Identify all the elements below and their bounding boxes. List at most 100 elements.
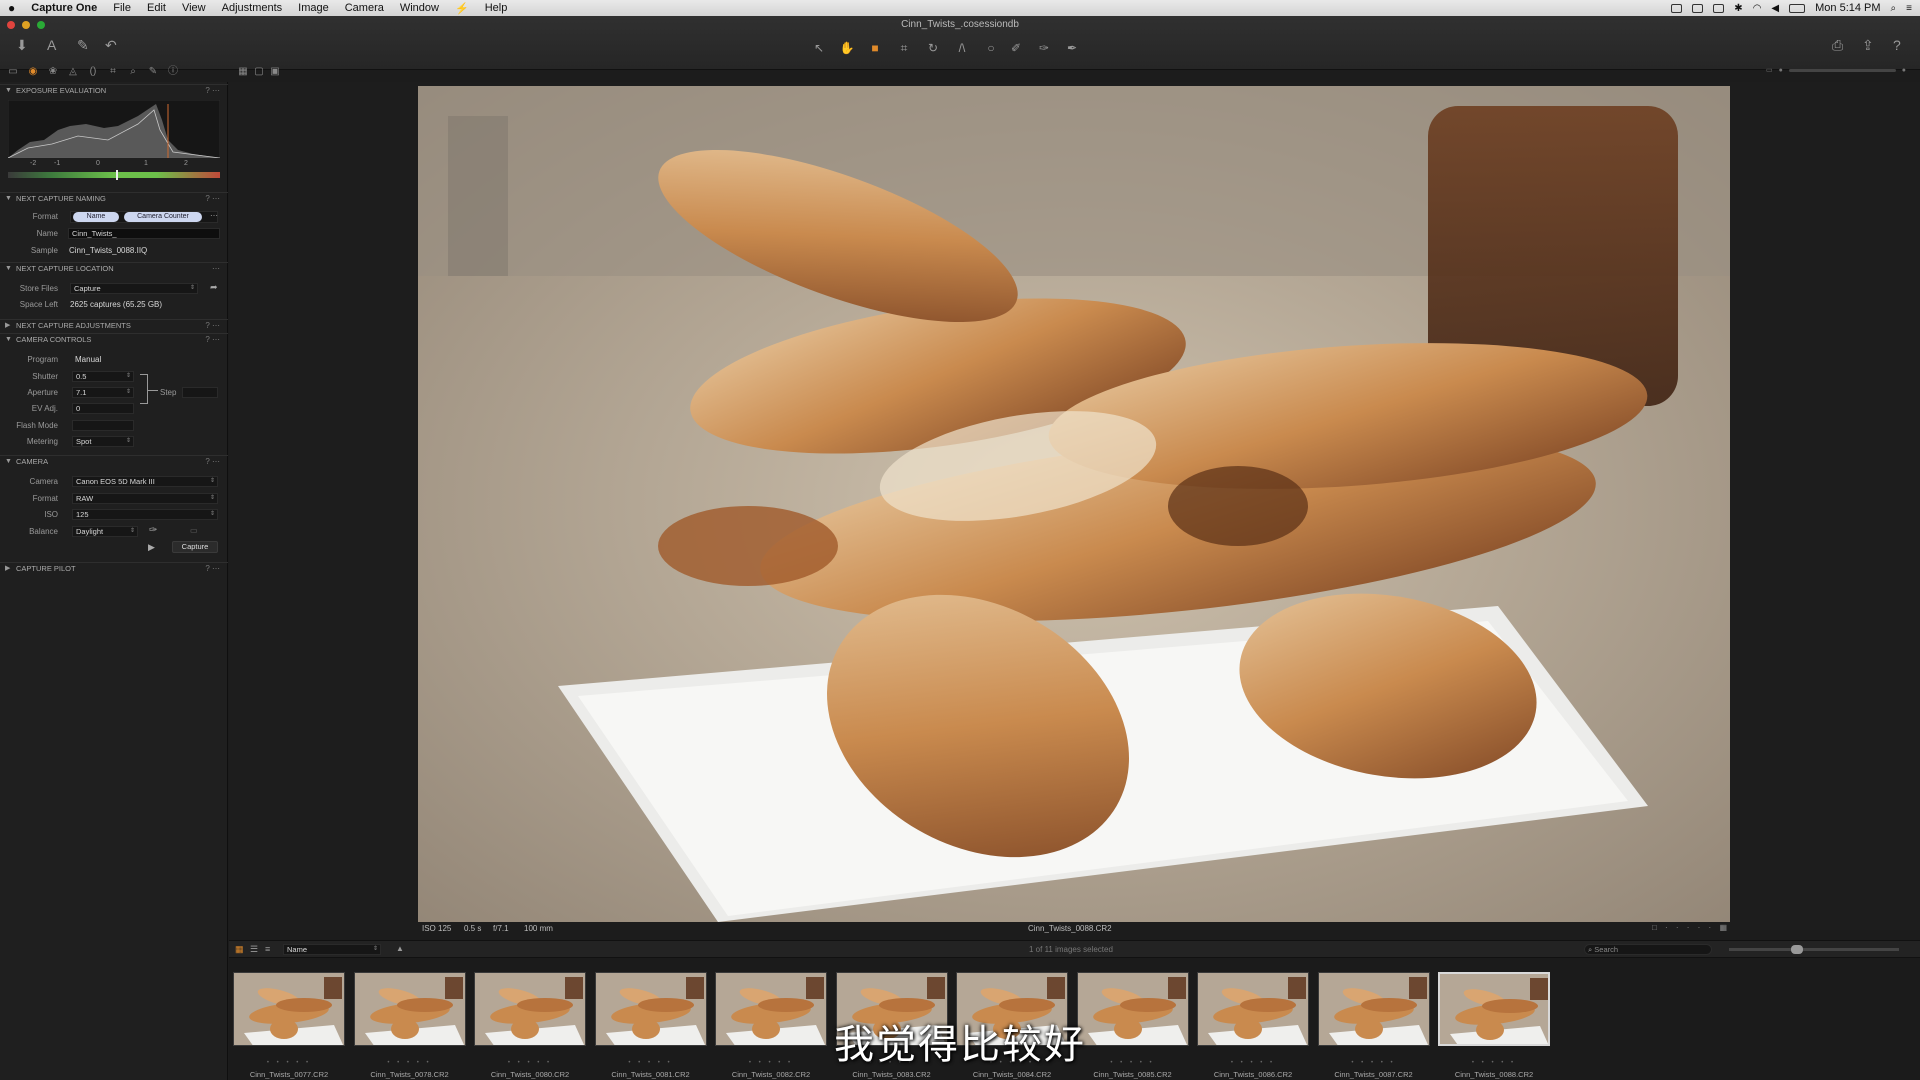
loupe-icon[interactable]: ■ [864,40,886,56]
single-view-icon[interactable]: ▢ [252,65,266,79]
sort-direction-icon[interactable]: ▲ [396,944,404,953]
collapse-triangle-icon[interactable]: ▼ [5,193,12,205]
list-view-icon[interactable]: ☰ [250,944,258,955]
keystone-icon[interactable]: /\ [951,40,973,56]
pan-icon[interactable]: ✋ [836,40,858,56]
exposure-tab-icon[interactable]: ◬ [66,65,80,79]
brush-icon[interactable]: ✎ [77,38,89,52]
section-menu-icon[interactable]: ? ⋯ [205,85,220,97]
go-to-folder-icon[interactable]: ➦ [210,282,218,293]
status-icon[interactable] [1692,3,1704,13]
adjustments-tab-icon[interactable]: ✎ [146,65,160,79]
section-menu-icon[interactable]: ⋯ [212,263,220,275]
collapse-triangle-icon[interactable]: ▼ [5,456,12,468]
spotlight-search-icon[interactable]: ⌕ [1891,3,1897,14]
shutter-select[interactable]: 0.5 ⇕ [72,371,134,382]
viewer-zoom-controls[interactable]: ▭ ● ● [1766,66,1906,75]
volume-icon[interactable]: ◀ [1771,3,1779,14]
crop-icon[interactable]: ⌗ [893,40,915,56]
format-token-camera-counter[interactable]: Camera Counter [124,212,202,222]
white-balance-picker-icon[interactable]: ✑ [149,525,157,536]
composition-tab-icon[interactable]: ⌗ [106,65,120,79]
search-input[interactable]: ⌕ Search [1584,944,1712,955]
details-tab-icon[interactable]: ⌕ [126,65,140,79]
iso-select[interactable]: 125 ⇕ [72,509,218,520]
sort-select[interactable]: Name ⇕ [283,944,381,955]
rotate-icon[interactable]: ↻ [922,40,944,56]
format-token-name[interactable]: Name [73,212,119,222]
metering-select[interactable]: Spot ⇕ [72,436,134,447]
menu-view[interactable]: View [174,2,214,14]
metadata-tab-icon[interactable]: ⓘ [166,65,180,79]
thumbnail-size-knob[interactable] [1791,945,1803,954]
name-input[interactable]: Cinn_Twists_ [68,228,220,239]
menu-edit[interactable]: Edit [139,2,174,14]
menu-image[interactable]: Image [290,2,337,14]
capture-button[interactable]: Capture [172,541,218,553]
section-exposure-evaluation[interactable]: ▼ EXPOSURE EVALUATION ? ⋯ [0,84,228,96]
thumbnail-size-slider[interactable] [1729,948,1899,951]
expand-triangle-icon[interactable]: ▶ [5,563,10,575]
menu-window[interactable]: Window [392,2,447,14]
collapse-triangle-icon[interactable]: ▼ [5,334,12,346]
print-icon[interactable]: ⎙ [1832,38,1843,52]
mask-brush-icon[interactable]: ✐ [1005,40,1027,56]
rating-dots[interactable]: □ · · · · · ▦ [1652,923,1730,932]
section-menu-icon[interactable]: ? ⋯ [205,456,220,468]
menu-help[interactable]: Help [477,2,516,14]
spot-icon[interactable]: ○ [980,40,1002,56]
balance-extra-icon[interactable]: ▭ [190,526,198,535]
aperture-select[interactable]: 7.1 ⇕ [72,387,134,398]
library-tab-icon[interactable]: ▭ [6,65,20,79]
apple-icon[interactable]: ● [0,1,23,15]
section-menu-icon[interactable]: ? ⋯ [205,193,220,205]
annotate-icon[interactable]: ✒ [1061,40,1083,56]
status-icon[interactable] [1671,3,1683,13]
section-capture-pilot[interactable]: ▶ CAPTURE PILOT ? ⋯ [0,562,228,574]
section-menu-icon[interactable]: ? ⋯ [205,320,220,332]
menu-app-name[interactable]: Capture One [23,2,105,14]
section-menu-icon[interactable]: ? ⋯ [205,563,220,575]
menu-adjustments[interactable]: Adjustments [214,2,291,14]
help-icon[interactable]: ? [1893,38,1901,52]
import-icon[interactable]: ⬇ [16,38,28,52]
menu-camera[interactable]: Camera [337,2,392,14]
grid-view-icon[interactable]: ▦ [236,65,250,79]
menu-file[interactable]: File [105,2,139,14]
camera-format-select[interactable]: RAW ⇕ [72,493,218,504]
color-tab-icon[interactable]: ❀ [46,65,60,79]
text-icon[interactable]: A [47,38,56,52]
filmstrip-view-icon[interactable]: ≡ [265,944,270,954]
camera-select[interactable]: Canon EOS 5D Mark III ⇕ [72,476,218,487]
undo-icon[interactable]: ↶ [105,38,117,52]
export-icon[interactable]: ⇪ [1862,38,1874,52]
wifi-icon[interactable]: ◠ [1753,3,1762,14]
battery-icon[interactable] [1789,3,1806,13]
notification-center-icon[interactable]: ≡ [1906,3,1912,14]
balance-select[interactable]: Daylight ⇕ [72,526,138,537]
section-menu-icon[interactable]: ? ⋯ [205,334,220,346]
collapse-triangle-icon[interactable]: ▼ [5,263,12,275]
format-more-icon[interactable]: ⋯ [210,211,218,220]
section-next-capture-location[interactable]: ▼ NEXT CAPTURE LOCATION ⋯ [0,262,228,274]
bluetooth-icon[interactable]: ✱ [1734,3,1742,14]
lens-tab-icon[interactable]: () [86,65,100,79]
ev-adj-field[interactable]: 0 [72,403,134,414]
flash-mode-select[interactable] [72,420,134,431]
select-icon[interactable]: ↖ [808,40,830,56]
collapse-triangle-icon[interactable]: ▼ [5,85,12,97]
main-photo[interactable] [418,86,1730,922]
menubar-clock[interactable]: Mon 5:14 PM [1815,2,1880,14]
store-files-select[interactable]: Capture ⇕ [70,283,198,294]
compare-view-icon[interactable]: ▣ [268,65,282,79]
section-next-capture-adjustments[interactable]: ▶ NEXT CAPTURE ADJUSTMENTS ? ⋯ [0,319,228,331]
expand-triangle-icon[interactable]: ▶ [5,320,10,332]
zoom-slider[interactable] [1788,68,1896,72]
thumbnail-view-icon[interactable]: ▦ [235,944,244,955]
picker-icon[interactable]: ✑ [1033,40,1055,56]
menu-scripts[interactable]: ⚡ [447,2,477,15]
section-next-capture-naming[interactable]: ▼ NEXT CAPTURE NAMING ? ⋯ [0,192,228,204]
display-icon[interactable] [1713,3,1725,13]
step-select[interactable] [182,387,218,398]
live-view-icon[interactable]: ▶ [148,542,155,553]
